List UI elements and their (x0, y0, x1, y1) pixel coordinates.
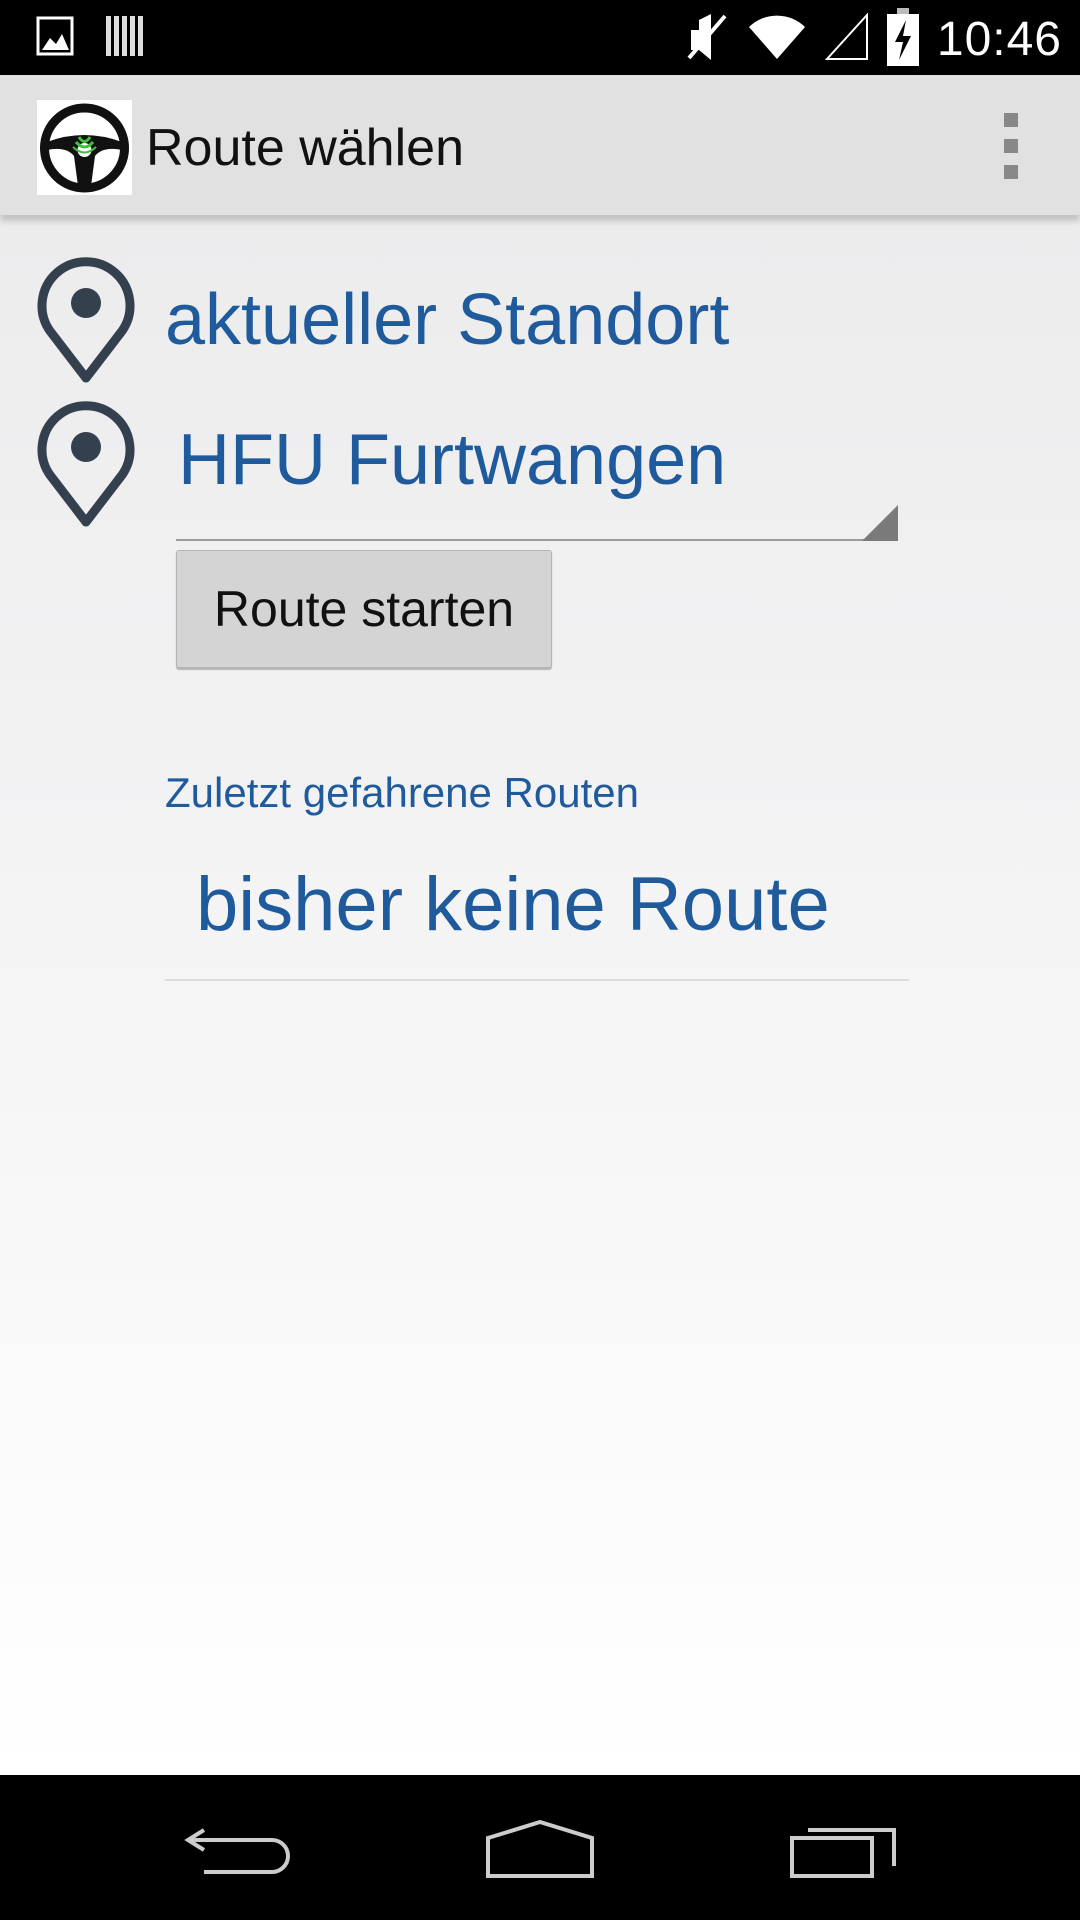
list-item[interactable]: bisher keine Route (196, 855, 830, 955)
mute-icon (685, 10, 729, 69)
route-selection-panel: aktueller Standort HFU Furtwangen Route … (0, 215, 1080, 1775)
image-notification-icon (36, 16, 74, 61)
page-title: Route wählen (146, 119, 464, 177)
destination-spinner[interactable]: HFU Furtwangen (176, 401, 898, 541)
list-divider (165, 979, 909, 981)
destination-value: HFU Furtwangen (178, 420, 727, 500)
action-bar: Route wählen (0, 75, 1080, 215)
battery-charging-icon (886, 8, 919, 71)
wifi-icon (747, 13, 807, 66)
status-bar: 10:46 (0, 0, 1080, 75)
back-icon[interactable] (180, 1820, 300, 1880)
barcode-notification-icon (104, 14, 144, 63)
origin-pin-icon (36, 257, 136, 383)
recent-apps-icon[interactable] (786, 1820, 906, 1880)
recent-routes-header: Zuletzt gefahrene Routen (165, 769, 639, 816)
system-icons: 10:46 (685, 8, 1062, 71)
home-icon[interactable] (480, 1819, 600, 1880)
spinner-underline (176, 539, 898, 541)
destination-pin-icon (36, 401, 136, 527)
clock: 10:46 (936, 13, 1062, 66)
navigation-bar (0, 1775, 1080, 1920)
notification-icons (36, 14, 144, 63)
steering-wheel-icon[interactable] (37, 100, 132, 195)
signal-icon (824, 12, 869, 66)
start-route-button[interactable]: Route starten (176, 550, 552, 668)
origin-location[interactable]: aktueller Standort (165, 275, 729, 365)
overflow-menu-icon[interactable] (980, 113, 1040, 179)
dropdown-triangle-icon (862, 505, 898, 541)
